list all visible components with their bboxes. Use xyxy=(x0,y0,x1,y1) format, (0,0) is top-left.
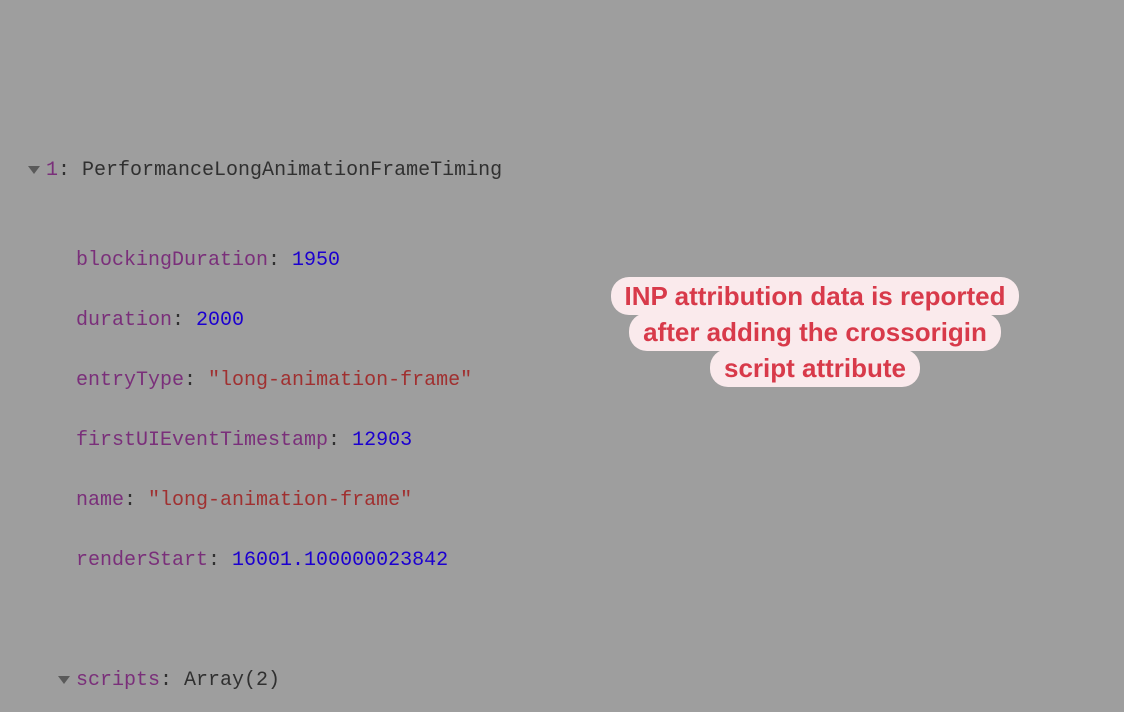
entry-type: PerformanceLongAnimationFrameTiming xyxy=(82,159,502,182)
annotation-callout: INP attribution data is reported after a… xyxy=(600,278,1030,386)
tree-row-scripts[interactable]: scripts: Array(2) xyxy=(0,666,1124,696)
chevron-down-icon[interactable] xyxy=(28,166,40,174)
chevron-down-icon[interactable] xyxy=(58,676,70,684)
prop-name[interactable]: name: "long-animation-frame" xyxy=(0,486,1124,516)
tree-row-entry[interactable]: 1: PerformanceLongAnimationFrameTiming xyxy=(0,156,1124,186)
prop-firstUIEventTimestamp[interactable]: firstUIEventTimestamp: 12903 xyxy=(0,426,1124,456)
entry-index: 1 xyxy=(46,159,58,182)
prop-renderStart[interactable]: renderStart: 16001.100000023842 xyxy=(0,546,1124,576)
prop-blockingDuration[interactable]: blockingDuration: 1950 xyxy=(0,246,1124,276)
